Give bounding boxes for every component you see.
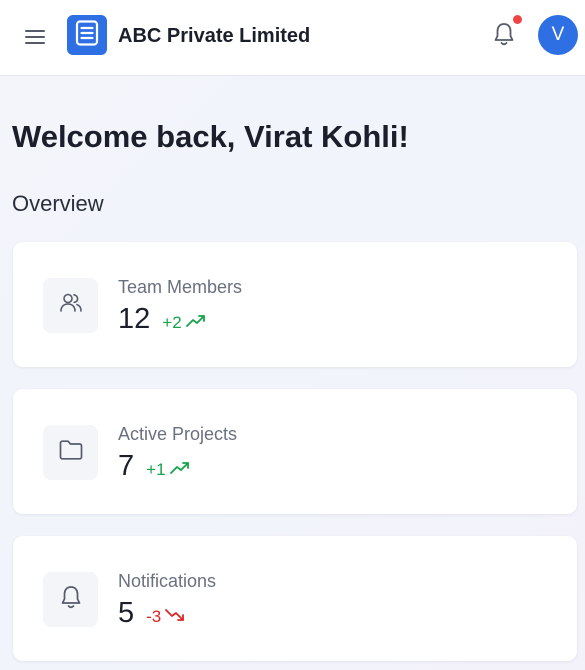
delta-text: +2 [162, 313, 182, 332]
bell-icon [59, 584, 83, 615]
unread-indicator [513, 15, 522, 24]
card-icon-box [43, 572, 98, 627]
user-avatar[interactable]: V [538, 15, 578, 55]
card-icon-box [43, 425, 98, 480]
card-icon-box [43, 278, 98, 333]
delta-text: +1 [146, 460, 166, 479]
company-name: ABC Private Limited [118, 25, 311, 47]
document-list-icon [75, 19, 99, 51]
card-value: 5 [118, 597, 135, 629]
hamburger-menu-icon[interactable] [22, 24, 48, 50]
stat-card-team-members[interactable]: Team Members 12 +2 [13, 242, 577, 367]
app-header: ABC Private Limited V [0, 0, 585, 76]
card-value-row: 5 -3 [118, 596, 185, 630]
company-logo[interactable] [67, 15, 107, 55]
bell-icon [492, 21, 516, 52]
card-value-row: 7 +1 [118, 449, 190, 483]
card-value: 12 [118, 303, 151, 335]
card-label: Team Members [118, 277, 243, 297]
stat-card-active-projects[interactable]: Active Projects 7 +1 [13, 389, 577, 514]
welcome-heading: Welcome back, Virat Kohli! [12, 119, 409, 154]
notifications-button[interactable] [488, 20, 520, 52]
folder-icon [58, 438, 84, 467]
card-label: Active Projects [118, 424, 238, 444]
card-value: 7 [118, 450, 135, 482]
card-label: Notifications [118, 571, 217, 591]
card-delta: +2 [162, 313, 205, 333]
users-icon [58, 290, 84, 321]
trending-up-icon [166, 460, 190, 480]
trending-up-icon [182, 313, 206, 333]
card-value-row: 12 +2 [118, 302, 206, 336]
overview-title: Overview [12, 191, 104, 216]
delta-text: -3 [146, 607, 162, 626]
stat-card-notifications[interactable]: Notifications 5 -3 [13, 536, 577, 661]
trending-down-icon [161, 607, 185, 627]
card-delta: -3 [146, 607, 185, 627]
card-delta: +1 [146, 460, 189, 480]
